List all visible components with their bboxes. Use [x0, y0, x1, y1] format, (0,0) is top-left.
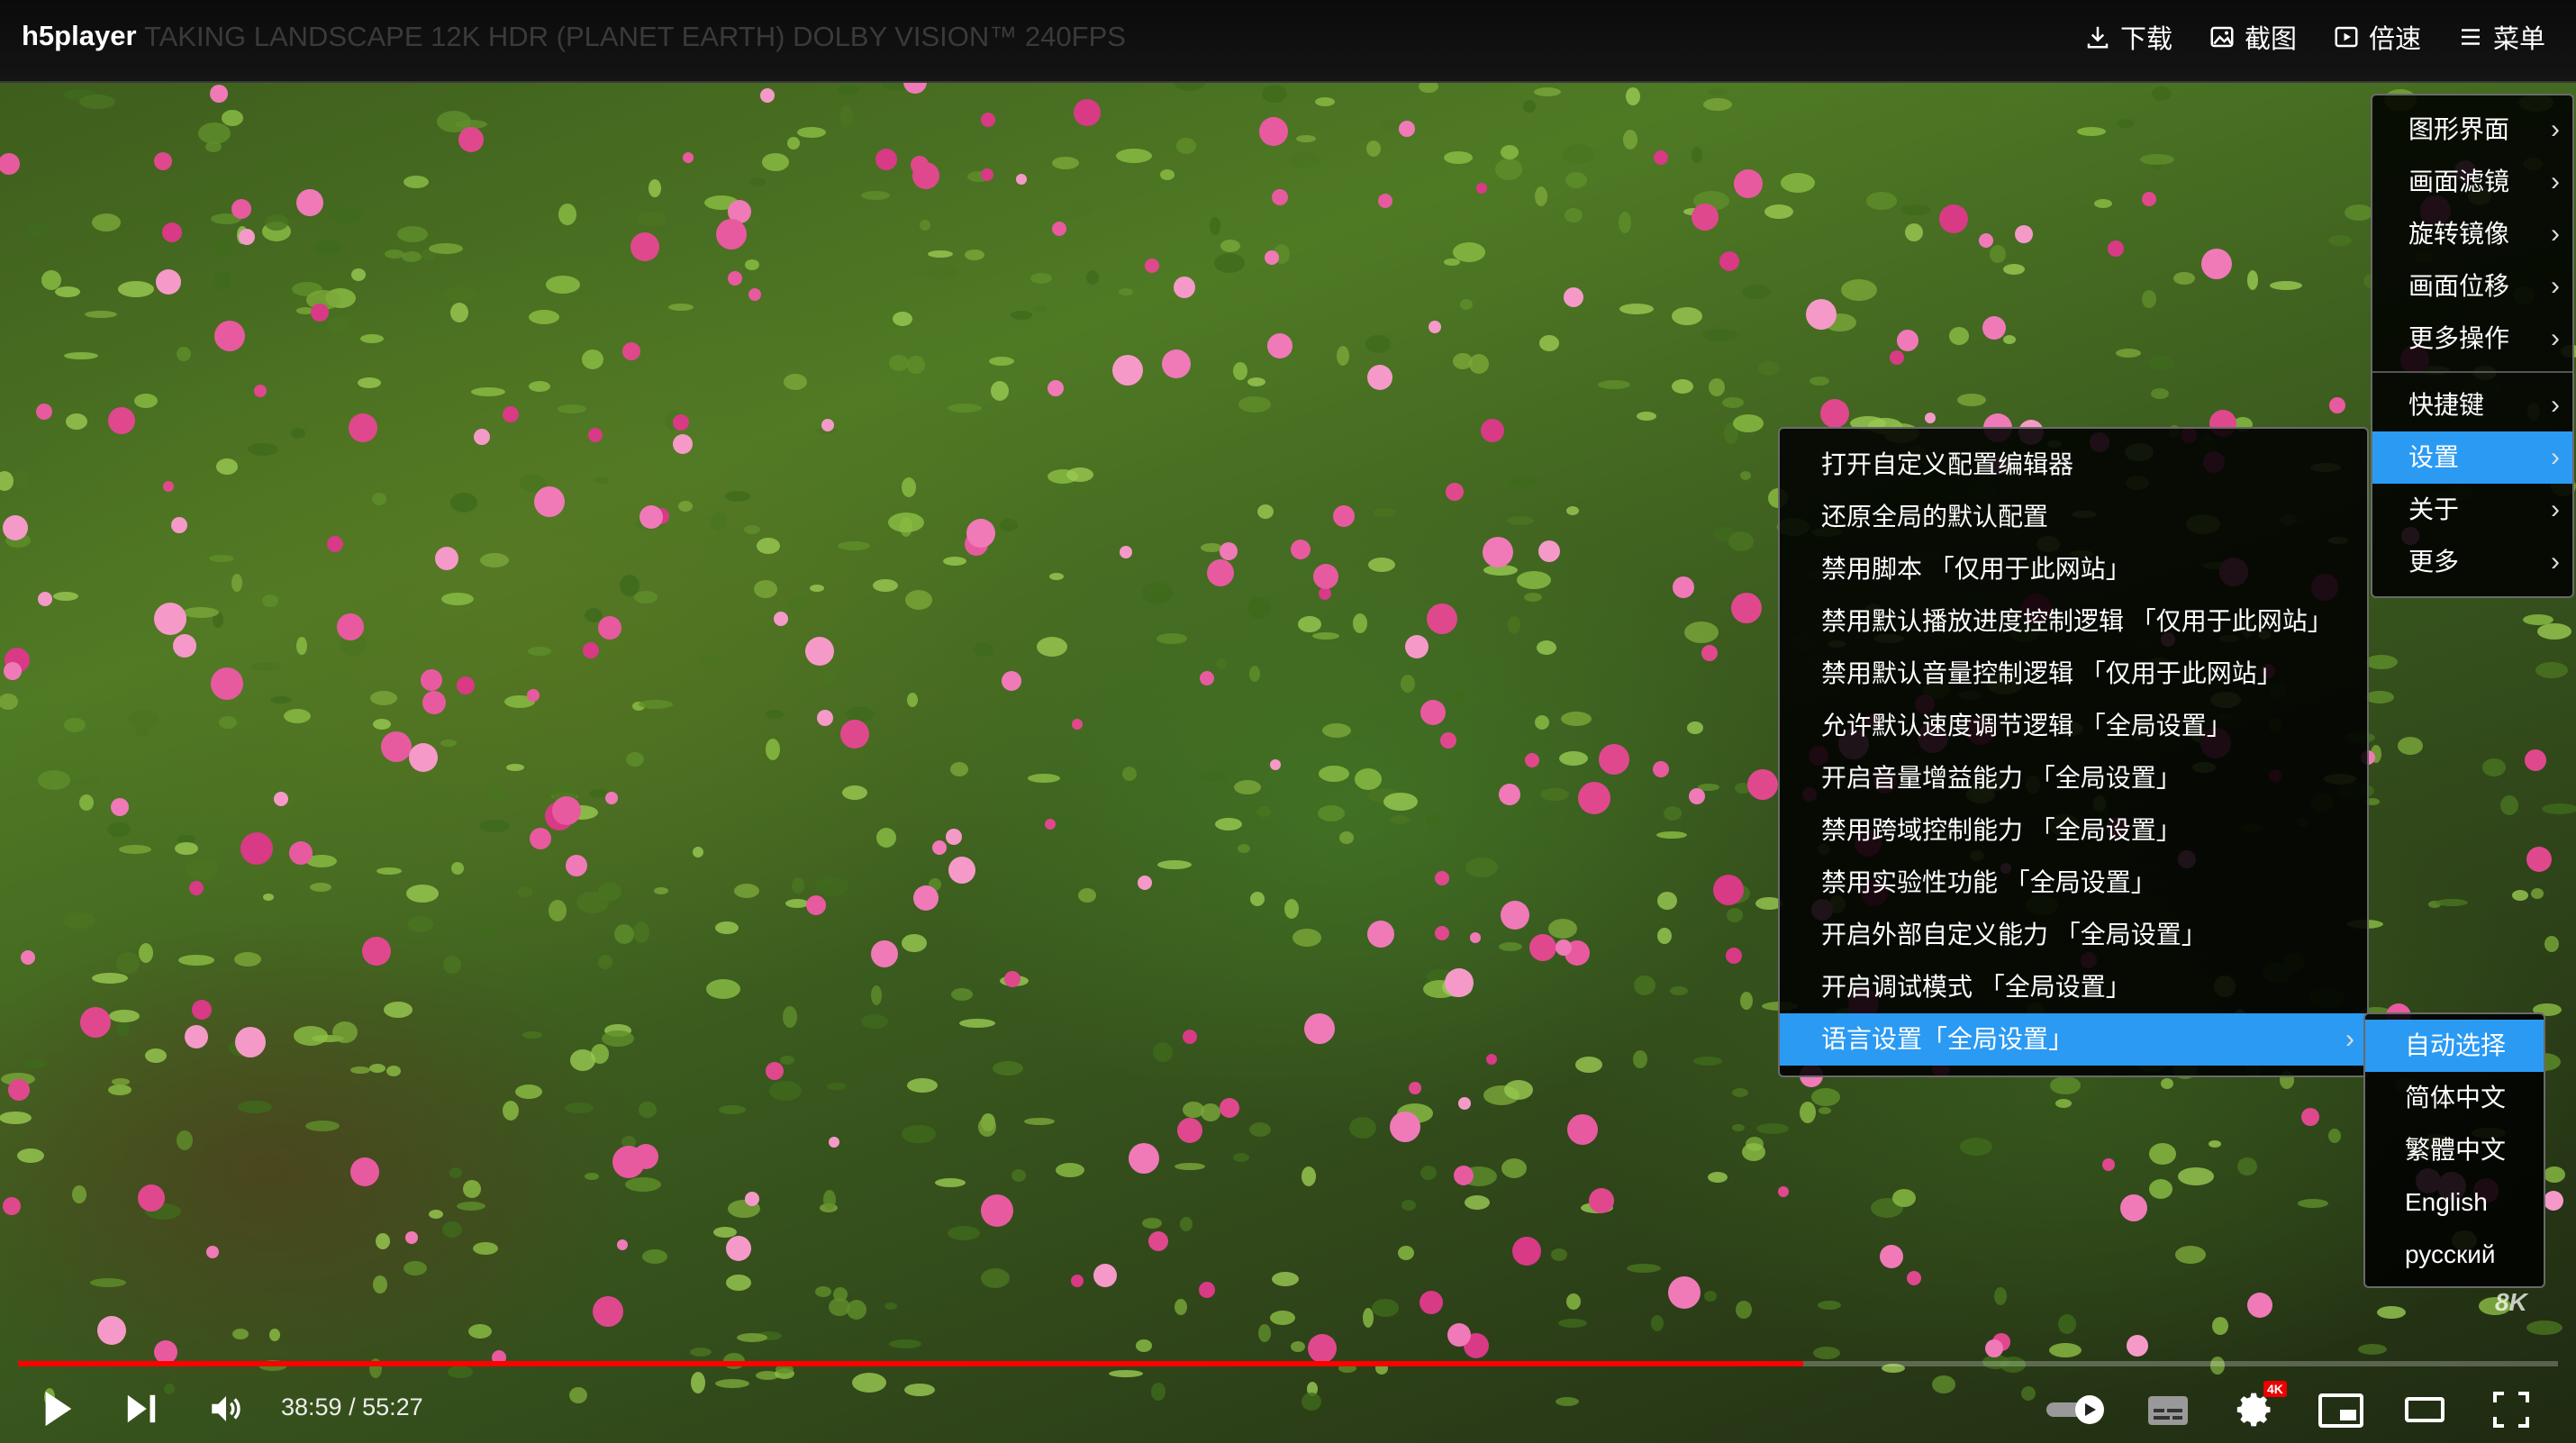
- theater-mode-button[interactable]: [2405, 1397, 2444, 1427]
- menu-item-label: 更多操作: [2408, 324, 2510, 352]
- download-button[interactable]: 下载: [2084, 18, 2172, 56]
- menu-item-label: 设置: [2408, 443, 2460, 471]
- menu-item-settings[interactable]: 设置 ›: [2372, 431, 2572, 484]
- screenshot-button[interactable]: 截图: [2209, 18, 2297, 56]
- menu-item-about[interactable]: 关于 ›: [2372, 484, 2572, 536]
- video-title: TAKING LANDSCAPE 12K HDR (PLANET EARTH) …: [144, 21, 1126, 52]
- settings-item-language[interactable]: 语言设置「全局设置」 ›: [1780, 1013, 2367, 1066]
- menu-item-label: 更多: [2408, 548, 2460, 576]
- menu-item-more[interactable]: 更多 ›: [2372, 536, 2572, 588]
- chevron-right-icon: ›: [2551, 547, 2560, 576]
- menu-item-filters[interactable]: 画面滤镜 ›: [2372, 156, 2572, 208]
- menu-item-label: 关于: [2408, 495, 2460, 523]
- settings-item-disable-volume-control[interactable]: 禁用默认音量控制逻辑 「仅用于此网站」: [1780, 648, 2367, 700]
- player-controls: 38:59 / 55:27 4K: [0, 1374, 2576, 1443]
- speed-button[interactable]: 倍速: [2333, 18, 2421, 56]
- autoplay-toggle[interactable]: [2045, 1393, 2109, 1430]
- progress-bar[interactable]: [18, 1361, 2558, 1366]
- menu-item-offset[interactable]: 画面位移 ›: [2372, 260, 2572, 313]
- menu-item-label: 画面滤镜: [2408, 168, 2510, 195]
- menu-item-gui[interactable]: 图形界面 ›: [2372, 104, 2572, 156]
- subtitles-button[interactable]: [2147, 1395, 2189, 1430]
- next-button[interactable]: [124, 1392, 159, 1430]
- menu-divider: [2372, 371, 2572, 373]
- chevron-right-icon: ›: [2551, 114, 2560, 144]
- subtitles-icon: [2148, 1396, 2188, 1425]
- chevron-right-icon: ›: [2345, 1024, 2354, 1054]
- settings-item-open-config-editor[interactable]: 打开自定义配置编辑器: [1780, 439, 2367, 491]
- chevron-right-icon: ›: [2551, 323, 2560, 353]
- settings-item-external-custom[interactable]: 开启外部自定义能力 「全局设置」: [1780, 909, 2367, 961]
- settings-item-restore-defaults[interactable]: 还原全局的默认配置: [1780, 491, 2367, 543]
- quality-badge: 4K: [2263, 1381, 2287, 1397]
- menu-item-rotate-mirror[interactable]: 旋转镜像 ›: [2372, 208, 2572, 260]
- download-label: 下载: [2119, 25, 2172, 54]
- chevron-right-icon: ›: [2551, 495, 2560, 524]
- menu-item-shortcuts[interactable]: 快捷键 ›: [2372, 379, 2572, 431]
- chevron-right-icon: ›: [2551, 219, 2560, 249]
- chevron-right-icon: ›: [2551, 271, 2560, 301]
- chevron-right-icon: ›: [2551, 390, 2560, 420]
- play-button[interactable]: [40, 1390, 76, 1432]
- time-display: 38:59 / 55:27: [281, 1393, 423, 1420]
- menu-item-label: 图形界面: [2408, 115, 2510, 143]
- miniplayer-button[interactable]: [2318, 1393, 2363, 1432]
- top-bar: h5player TAKING LANDSCAPE 12K HDR (PLANE…: [0, 0, 2576, 83]
- settings-item-experimental[interactable]: 禁用实验性功能 「全局设置」: [1780, 857, 2367, 909]
- speed-label: 倍速: [2368, 25, 2421, 54]
- fullscreen-icon: [2493, 1392, 2529, 1428]
- language-item-ru[interactable]: русский: [2365, 1229, 2544, 1281]
- chevron-right-icon: ›: [2551, 442, 2560, 472]
- language-item-en[interactable]: English: [2365, 1176, 2544, 1229]
- menu-item-label: 快捷键: [2408, 391, 2485, 419]
- screenshot-label: 截图: [2244, 25, 2297, 54]
- speed-icon: [2335, 26, 2358, 48]
- menu-item-more-actions[interactable]: 更多操作 ›: [2372, 313, 2572, 365]
- chevron-right-icon: ›: [2551, 167, 2560, 196]
- settings-item-volume-boost[interactable]: 开启音量增益能力 「全局设置」: [1780, 752, 2367, 804]
- settings-item-disable-progress-control[interactable]: 禁用默认播放进度控制逻辑 「仅用于此网站」: [1780, 595, 2367, 648]
- top-actions: 下载 截图 倍速 菜单: [2084, 18, 2545, 56]
- settings-item-debug-mode[interactable]: 开启调试模式 「全局设置」: [1780, 961, 2367, 1013]
- language-item-zh-cn[interactable]: 简体中文: [2365, 1072, 2544, 1124]
- language-item-auto[interactable]: 自动选择: [2365, 1020, 2544, 1072]
- fullscreen-button[interactable]: [2493, 1392, 2529, 1432]
- settings-submenu: 打开自定义配置编辑器 还原全局的默认配置 禁用脚本 「仅用于此网站」 禁用默认播…: [1778, 427, 2369, 1077]
- volume-button[interactable]: [207, 1390, 245, 1432]
- download-icon: [2087, 26, 2109, 49]
- language-submenu: 自动选择 简体中文 繁體中文 English русский: [2363, 1012, 2545, 1288]
- menu-item-label: 旋转镜像: [2408, 220, 2510, 248]
- autoplay-toggle-icon: [2046, 1395, 2104, 1424]
- app-brand: h5player: [22, 20, 137, 51]
- volume-icon: [212, 1396, 240, 1421]
- main-menu: 图形界面 › 画面滤镜 › 旋转镜像 › 画面位移 › 更多操作 › 快捷键 › 设置 › 关…: [2371, 94, 2574, 598]
- settings-item-allow-speed-control[interactable]: 允许默认速度调节逻辑 「全局设置」: [1780, 700, 2367, 752]
- theater-mode-icon: [2405, 1397, 2444, 1422]
- settings-item-cross-origin[interactable]: 禁用跨域控制能力 「全局设置」: [1780, 804, 2367, 857]
- settings-item-language-label: 语言设置「全局设置」: [1821, 1025, 2074, 1053]
- menu-button[interactable]: 菜单: [2457, 18, 2545, 56]
- skip-next-icon: [127, 1394, 156, 1423]
- screenshot-icon: [2210, 26, 2234, 48]
- progress-played: [18, 1361, 1804, 1366]
- play-icon: [45, 1391, 72, 1427]
- menu-item-label: 画面位移: [2408, 272, 2510, 300]
- language-item-zh-tw[interactable]: 繁體中文: [2365, 1124, 2544, 1176]
- menu-icon: [2461, 29, 2480, 45]
- channel-watermark: 8K: [2495, 1288, 2527, 1316]
- menu-label: 菜单: [2492, 25, 2545, 54]
- miniplayer-icon: [2318, 1393, 2363, 1428]
- settings-item-disable-script[interactable]: 禁用脚本 「仅用于此网站」: [1780, 543, 2367, 595]
